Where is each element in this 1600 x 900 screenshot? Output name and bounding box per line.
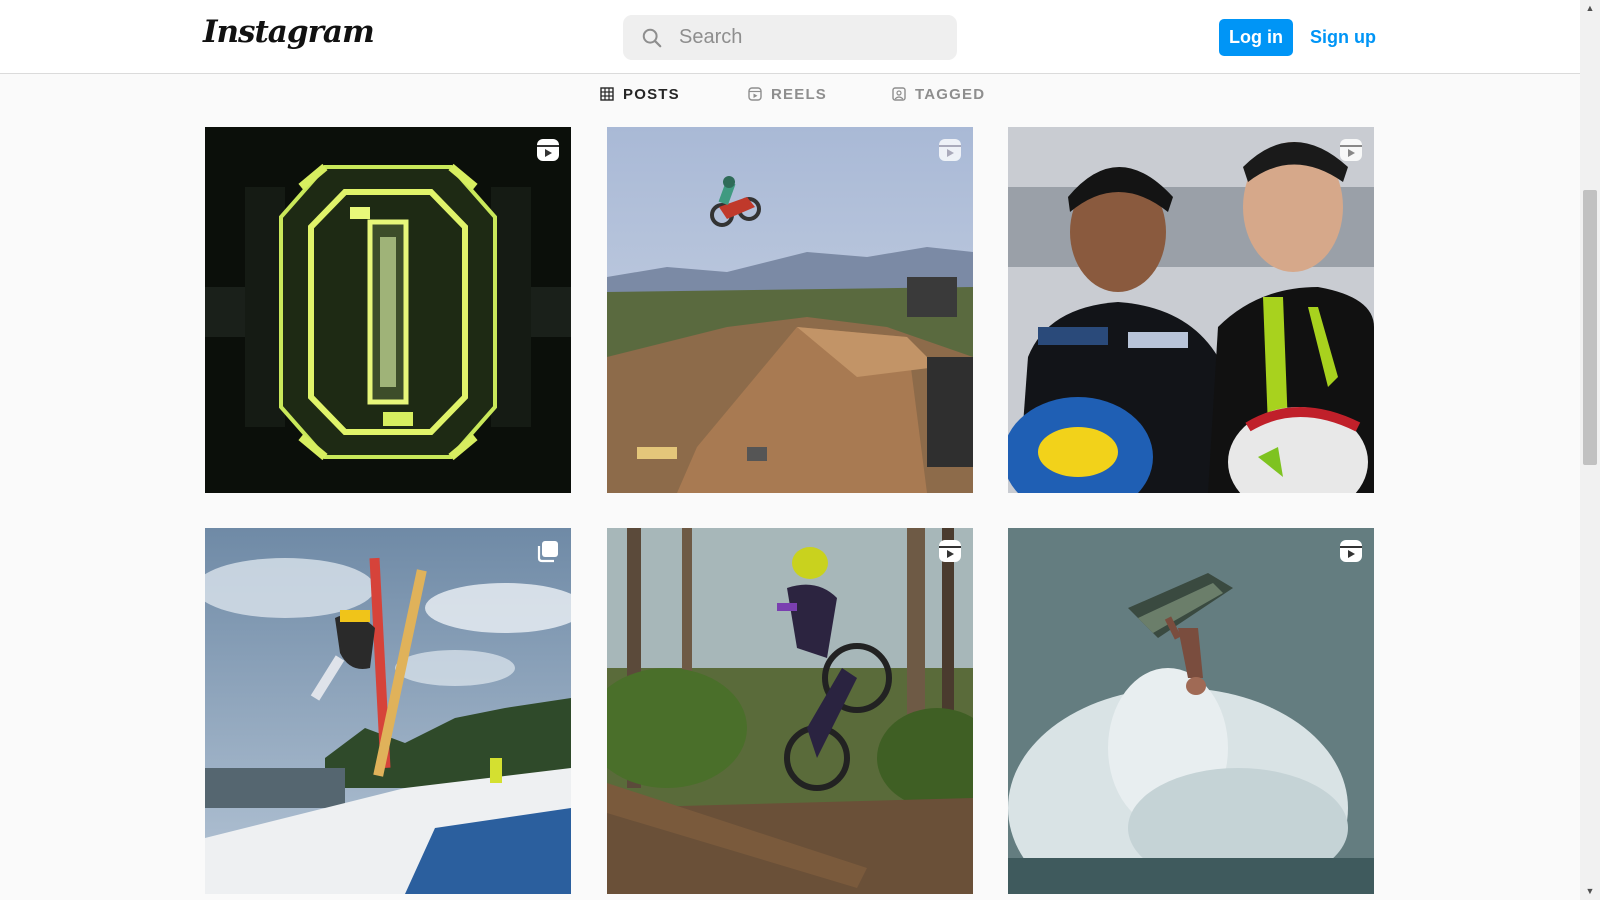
reel-icon	[537, 139, 559, 161]
search-icon	[642, 28, 662, 47]
tab-tagged-label: TAGGED	[915, 85, 986, 103]
reels-icon	[748, 87, 762, 101]
tab-posts-label: POSTS	[623, 85, 680, 103]
scroll-thumb[interactable]	[1583, 190, 1597, 465]
reel-icon	[939, 540, 961, 562]
post-image	[1008, 127, 1374, 493]
grid-icon	[600, 87, 614, 101]
post-image	[205, 528, 571, 894]
login-button[interactable]: Log in	[1219, 19, 1293, 56]
tab-reels[interactable]: REELS	[748, 82, 827, 106]
post-image	[1008, 528, 1374, 894]
post-tile[interactable]	[607, 528, 973, 894]
search-box[interactable]	[623, 15, 957, 60]
tab-reels-label: REELS	[771, 85, 828, 103]
post-tile[interactable]	[1008, 528, 1374, 894]
instagram-logo[interactable]: Instagram	[203, 14, 375, 50]
post-tile[interactable]	[1008, 127, 1374, 493]
post-tile[interactable]	[205, 127, 571, 493]
post-tile[interactable]	[607, 127, 973, 493]
post-image	[607, 528, 973, 894]
carousel-icon	[537, 541, 558, 563]
signup-link[interactable]: Sign up	[1310, 19, 1376, 56]
post-image	[205, 127, 571, 493]
tab-posts[interactable]: POSTS	[600, 82, 680, 106]
reel-icon	[1340, 540, 1362, 562]
reel-icon	[939, 139, 961, 161]
profile-tabs: POSTS REELS TAGGED	[0, 76, 1580, 112]
search-input[interactable]	[677, 25, 941, 50]
reel-icon	[1340, 139, 1362, 161]
post-tile[interactable]	[205, 528, 571, 894]
post-image	[607, 127, 973, 493]
page-scrollbar[interactable]: ▲ ▼	[1580, 0, 1600, 900]
scroll-up-arrow-icon[interactable]: ▲	[1580, 0, 1600, 17]
tab-tagged[interactable]: TAGGED	[892, 82, 985, 106]
scroll-down-arrow-icon[interactable]: ▼	[1580, 883, 1600, 900]
tagged-icon	[892, 87, 906, 101]
top-navigation-bar: Instagram Log in Sign up	[0, 0, 1580, 74]
